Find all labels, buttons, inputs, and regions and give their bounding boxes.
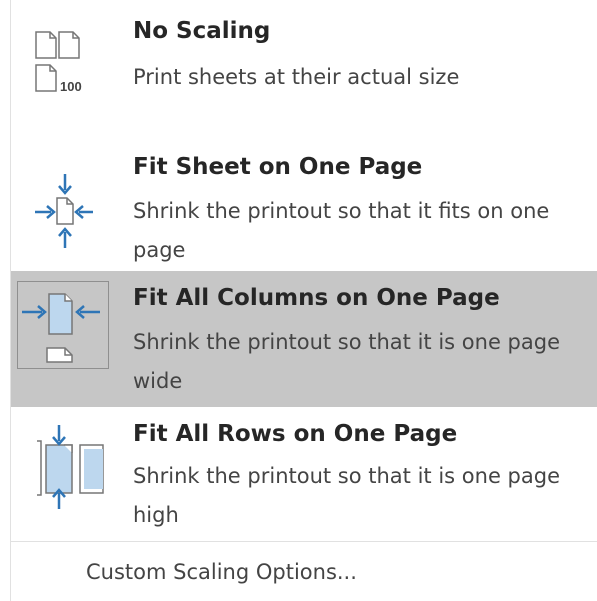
item-description: Shrink the printout so that it is one pa… <box>133 464 560 527</box>
menu-item-fit-sheet[interactable]: Fit Sheet on One Page Shrink the printou… <box>11 140 597 280</box>
no-scaling-icon: 100 <box>19 18 107 98</box>
icon-value-text: 100 <box>60 79 82 94</box>
item-title: No Scaling <box>133 18 271 44</box>
item-description: Shrink the printout so that it is one pa… <box>133 330 560 393</box>
menu-item-fit-rows[interactable]: Fit All Rows on One Page Shrink the prin… <box>11 407 597 541</box>
custom-scaling-options-label: Custom Scaling Options... <box>86 560 357 584</box>
item-title: Fit All Columns on One Page <box>133 285 500 311</box>
fit-columns-icon <box>17 281 109 369</box>
item-description: Print sheets at their actual size <box>133 65 460 89</box>
item-description: Shrink the printout so that it fits on o… <box>133 199 550 262</box>
menu-separator <box>11 541 597 542</box>
item-title: Fit Sheet on One Page <box>133 154 423 180</box>
page-scaling-menu: 100 No Scaling Print sheets at their act… <box>0 0 597 601</box>
menu-item-fit-columns[interactable]: Fit All Columns on One Page Shrink the p… <box>11 271 597 407</box>
item-title: Fit All Rows on One Page <box>133 421 458 447</box>
custom-scaling-options-item[interactable]: Custom Scaling Options... <box>11 546 597 601</box>
fit-sheet-icon <box>19 162 107 248</box>
fit-rows-icon <box>19 421 107 509</box>
menu-item-no-scaling[interactable]: 100 No Scaling Print sheets at their act… <box>11 0 597 140</box>
